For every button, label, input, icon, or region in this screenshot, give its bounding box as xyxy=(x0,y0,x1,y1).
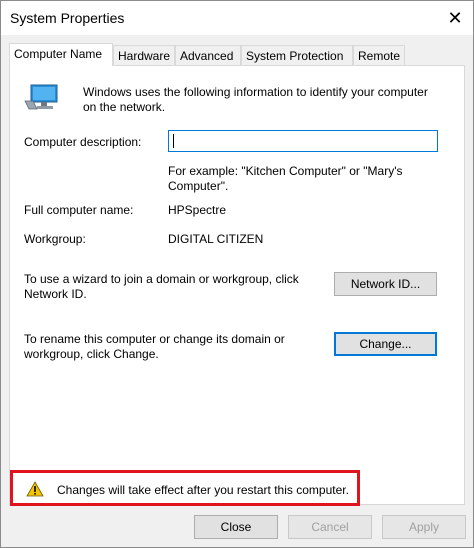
network-id-button[interactable]: Network ID... xyxy=(334,272,437,296)
tab-advanced[interactable]: Advanced xyxy=(175,45,241,65)
computer-icon xyxy=(24,84,58,110)
cancel-button[interactable]: Cancel xyxy=(288,515,372,539)
tab-computer-name[interactable]: Computer Name xyxy=(9,43,113,66)
system-properties-window: System Properties ✕ Computer Name Hardwa… xyxy=(0,0,474,548)
window-title: System Properties xyxy=(10,10,125,26)
intro-text-line1: Windows uses the following information t… xyxy=(83,85,428,99)
close-button[interactable]: Close xyxy=(194,515,278,539)
title-bar: System Properties ✕ xyxy=(1,1,473,35)
full-computer-name-value: HPSpectre xyxy=(168,203,227,217)
description-example-line1: For example: "Kitchen Computer" or "Mary… xyxy=(168,164,403,178)
workgroup-value: DIGITAL CITIZEN xyxy=(168,232,264,246)
full-computer-name-label: Full computer name: xyxy=(24,203,134,217)
description-example-line2: Computer". xyxy=(168,179,229,193)
computer-description-label: Computer description: xyxy=(24,135,142,149)
warning-icon xyxy=(26,481,44,497)
network-id-text-line2: Network ID. xyxy=(24,287,87,301)
computer-description-input[interactable] xyxy=(168,130,438,152)
network-id-text-line1: To use a wizard to join a domain or work… xyxy=(24,272,299,286)
restart-notice: Changes will take effect after you resta… xyxy=(10,470,360,506)
tab-remote[interactable]: Remote xyxy=(353,45,405,65)
tab-hardware[interactable]: Hardware xyxy=(113,45,175,65)
rename-text-line2: workgroup, click Change. xyxy=(24,347,159,361)
close-window-button[interactable]: ✕ xyxy=(439,3,471,33)
workgroup-label: Workgroup: xyxy=(24,232,86,246)
rename-text-line1: To rename this computer or change its do… xyxy=(24,332,285,346)
change-button[interactable]: Change... xyxy=(334,332,437,356)
restart-notice-text: Changes will take effect after you resta… xyxy=(57,483,349,497)
intro-text-line2: on the network. xyxy=(83,100,166,114)
text-caret xyxy=(173,134,174,148)
apply-button[interactable]: Apply xyxy=(382,515,466,539)
tab-system-protection[interactable]: System Protection xyxy=(241,45,353,65)
